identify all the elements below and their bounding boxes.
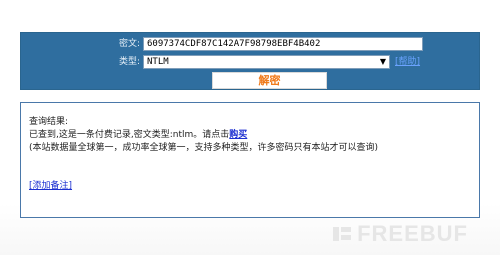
page: 密文: 类型: NTLM ▼ [帮助] 解密 查询结果: 已查到,这是一条付费记…	[0, 0, 500, 255]
type-row: 类型: NTLM ▼ [帮助]	[20, 55, 480, 69]
cipher-label: 密文:	[118, 39, 140, 49]
cipher-row: 密文:	[20, 37, 480, 51]
type-select-value: NTLM	[147, 57, 169, 67]
freebuf-logo-icon	[331, 223, 353, 245]
result-text: 查询结果: 已查到,这是一条付费记录,密文类型:ntlm。请点击购买 (本站数据…	[29, 116, 471, 155]
result-panel: 查询结果: 已查到,这是一条付费记录,密文类型:ntlm。请点击购买 (本站数据…	[20, 102, 480, 218]
cipher-input[interactable]	[143, 37, 423, 51]
decrypt-button[interactable]: 解密	[212, 72, 327, 89]
add-note-link[interactable]: [添加备注]	[29, 180, 72, 193]
type-label: 类型:	[118, 57, 140, 67]
chevron-down-icon: ▼	[379, 57, 386, 66]
help-link[interactable]: [帮助]	[395, 55, 420, 69]
decrypt-form-panel: 密文: 类型: NTLM ▼ [帮助] 解密	[20, 32, 480, 90]
result-line-1: 已查到,这是一条付费记录,密文类型:ntlm。请点击购买	[29, 129, 471, 142]
result-line-1-prefix: 已查到,这是一条付费记录,密文类型:ntlm。请点击	[29, 130, 230, 140]
result-title: 查询结果:	[29, 117, 69, 127]
result-line-2: (本站数据量全球第一，成功率全球第一，支持多种类型，许多密码只有本站才可以查询)	[29, 143, 379, 153]
type-select[interactable]: NTLM ▼	[143, 55, 390, 69]
watermark-text: FREEBUF	[357, 221, 468, 246]
buy-link[interactable]: 购买	[229, 130, 247, 140]
freebuf-watermark: FREEBUF	[331, 221, 468, 247]
